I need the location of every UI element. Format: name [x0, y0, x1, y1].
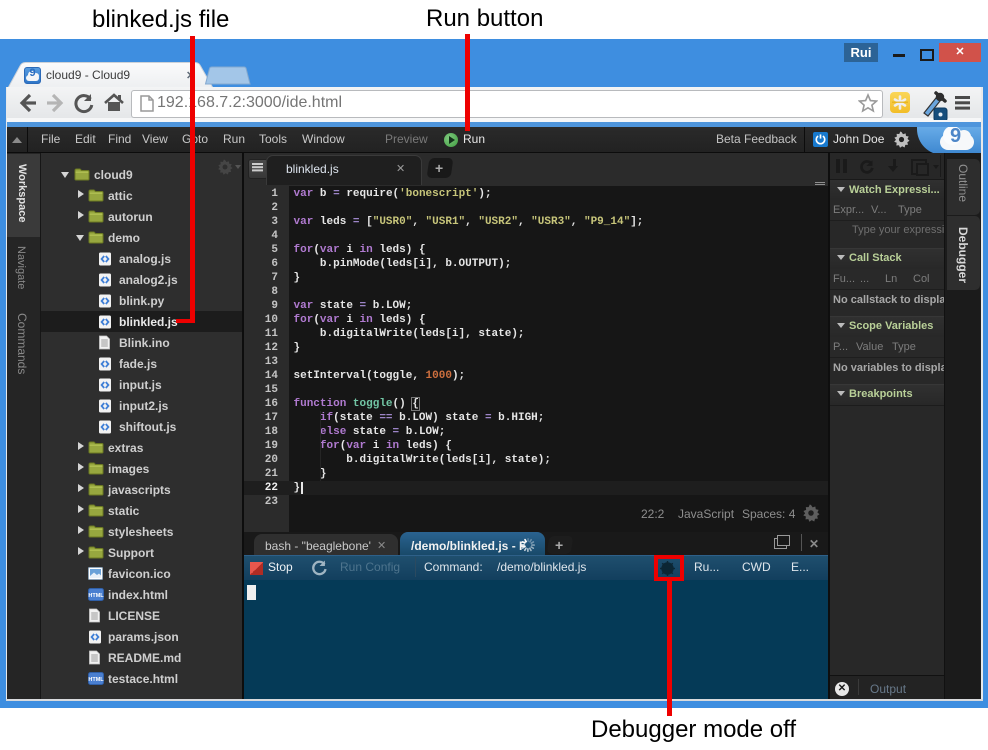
svg-text:HTML: HTML: [88, 677, 104, 683]
svg-text:HTML: HTML: [88, 593, 104, 599]
